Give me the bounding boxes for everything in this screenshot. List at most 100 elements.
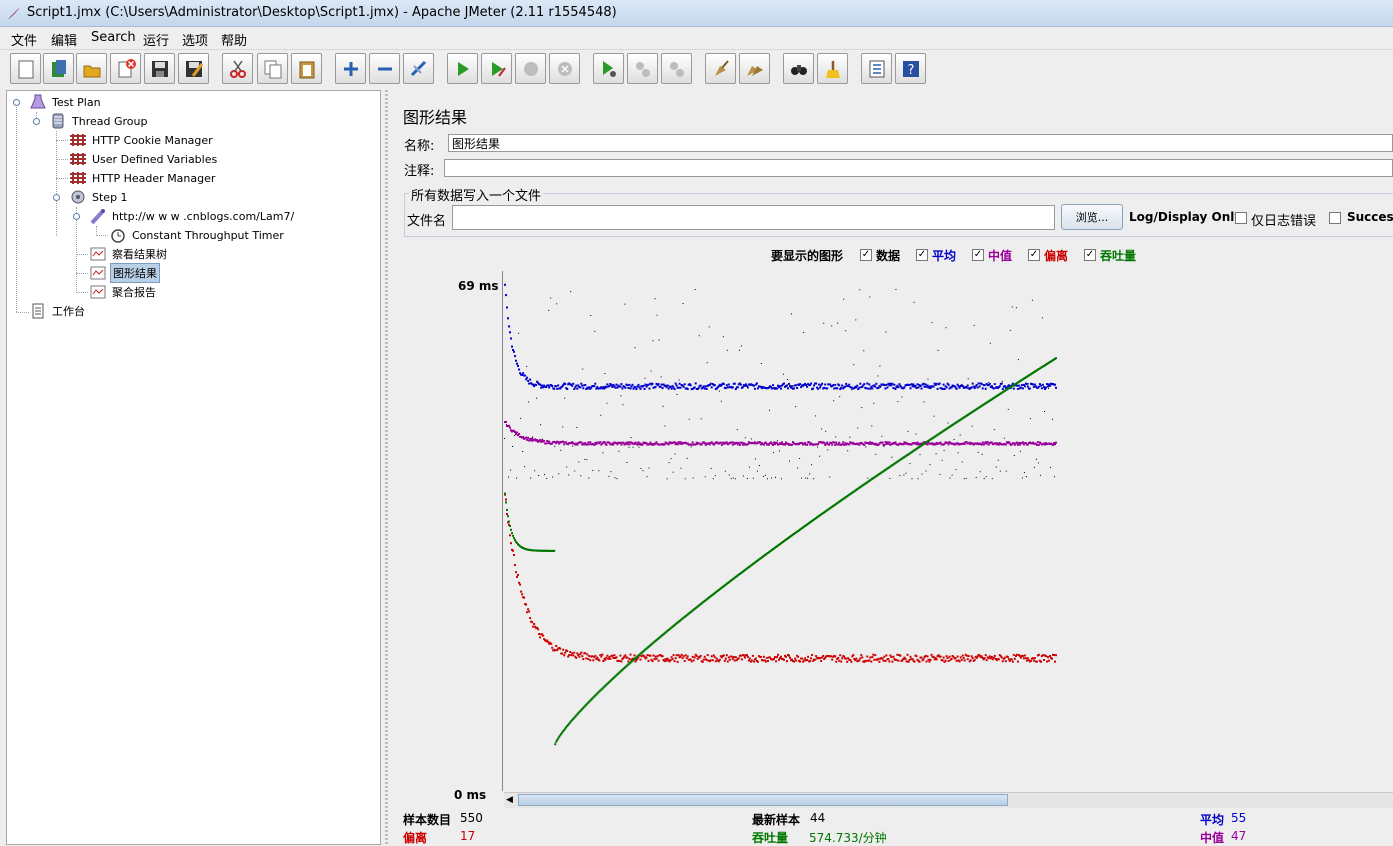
average-point — [810, 382, 813, 385]
average-point — [614, 386, 617, 389]
tree-node-http-header-manager[interactable]: HTTP Header Manager — [69, 169, 217, 187]
average-point — [514, 355, 516, 358]
tree-node-workbench[interactable]: 工作台 — [29, 302, 87, 320]
median-checkbox[interactable]: ✓ — [972, 249, 984, 261]
average-point — [992, 387, 995, 390]
cut-button[interactable] — [222, 53, 253, 84]
tree-node-http-cookie-manager[interactable]: HTTP Cookie Manager — [69, 131, 215, 149]
clear-button[interactable] — [705, 53, 736, 84]
average-point — [657, 383, 660, 386]
graph-horizontal-scrollbar[interactable]: ◀ — [504, 792, 1393, 808]
data-point — [678, 379, 680, 381]
start-no-pauses-button[interactable] — [481, 53, 512, 84]
new-button[interactable] — [10, 53, 41, 84]
errors-only-checkbox[interactable] — [1235, 212, 1247, 224]
average-point — [755, 382, 758, 385]
successes-checkbox[interactable] — [1329, 212, 1341, 224]
average-point — [705, 387, 708, 390]
clear-all-button[interactable] — [739, 53, 770, 84]
tree-node-aggregate-report[interactable]: 聚合报告 — [89, 283, 158, 301]
average-point — [916, 383, 919, 386]
average-point — [815, 382, 818, 385]
tree-node-http-sampler[interactable]: http://w w w .cnblogs.com/Lam7/ — [89, 207, 296, 225]
data-point — [604, 373, 606, 374]
browse-button[interactable]: 浏览... — [1061, 204, 1123, 230]
data-point — [556, 303, 558, 305]
menu-help[interactable]: 帮助 — [221, 30, 247, 49]
menu-run[interactable]: 运行 — [143, 30, 169, 49]
tree-node-constant-throughput-timer[interactable]: Constant Throughput Timer — [109, 226, 286, 244]
split-pane-divider[interactable] — [382, 90, 391, 845]
deviation-point — [626, 656, 629, 659]
data-point — [592, 470, 594, 471]
deviation-point — [1029, 659, 1032, 662]
tree-node-graph-results[interactable]: 图形结果 — [89, 263, 160, 283]
scroll-left-arrow[interactable]: ◀ — [506, 795, 513, 805]
paste-button[interactable] — [291, 53, 322, 84]
deviation-point — [897, 659, 900, 662]
deviation-point — [788, 654, 790, 657]
average-point — [693, 386, 696, 389]
average-point — [724, 387, 727, 390]
data-point — [967, 378, 969, 380]
data-checkbox[interactable]: ✓ — [860, 249, 872, 261]
menu-file[interactable]: 文件 — [11, 30, 37, 49]
median-point — [833, 441, 836, 444]
tree-node-thread-group[interactable]: Thread Group — [49, 112, 149, 130]
shutdown-button[interactable] — [549, 53, 580, 84]
toggle-button[interactable] — [403, 53, 434, 84]
average-point — [945, 386, 948, 389]
median-point — [536, 439, 539, 441]
average-point — [584, 384, 587, 386]
templates-button[interactable] — [43, 53, 74, 84]
average-point — [984, 387, 987, 390]
data-point — [706, 362, 708, 364]
median-point — [620, 443, 623, 446]
expand-toggle[interactable] — [13, 99, 20, 106]
stop-button[interactable] — [515, 53, 546, 84]
expand-toggle[interactable] — [73, 213, 80, 220]
start-button[interactable] — [447, 53, 478, 84]
remote-stop-button[interactable] — [627, 53, 658, 84]
deviation-point — [710, 655, 713, 658]
comment-field[interactable] — [444, 159, 1393, 177]
tree-node-user-defined-variables[interactable]: User Defined Variables — [69, 150, 219, 168]
function-helper-button[interactable] — [861, 53, 892, 84]
deviation-point — [612, 657, 615, 659]
tree-node-step-1[interactable]: Step 1 — [69, 188, 130, 206]
deviation-checkbox[interactable]: ✓ — [1028, 249, 1040, 261]
deviation-point — [718, 658, 721, 661]
throughput-checkbox[interactable]: ✓ — [1084, 249, 1096, 261]
copy-button[interactable] — [257, 53, 288, 84]
tree-node-view-results-tree[interactable]: 察看结果树 — [89, 245, 169, 263]
tree-node-test-plan[interactable]: Test Plan — [29, 93, 103, 111]
data-point — [775, 476, 776, 478]
scroll-thumb[interactable] — [518, 794, 1008, 806]
search-button[interactable] — [783, 53, 814, 84]
help-button[interactable]: ? — [895, 53, 926, 84]
save-button[interactable] — [144, 53, 175, 84]
open-button[interactable] — [76, 53, 107, 84]
deviation-point — [870, 660, 873, 663]
collapse-all-button[interactable] — [369, 53, 400, 84]
menu-search[interactable]: Search — [91, 30, 136, 45]
remote-start-button[interactable] — [593, 53, 624, 84]
data-point — [827, 449, 829, 451]
deviation-point — [693, 656, 696, 659]
name-field[interactable] — [448, 134, 1393, 152]
expand-toggle[interactable] — [33, 118, 40, 125]
save-as-button[interactable] — [178, 53, 209, 84]
deviation-point — [890, 656, 893, 659]
filename-field[interactable] — [452, 205, 1055, 230]
reset-search-button[interactable] — [817, 53, 848, 84]
menu-edit[interactable]: 编辑 — [51, 30, 77, 49]
close-button[interactable] — [110, 53, 141, 84]
data-point — [917, 478, 919, 480]
menu-options[interactable]: 选项 — [182, 30, 208, 49]
average-point — [548, 386, 551, 389]
average-checkbox[interactable]: ✓ — [916, 249, 928, 261]
average-point — [817, 387, 820, 390]
expand-toggle[interactable] — [53, 194, 60, 201]
remote-shutdown-button[interactable] — [661, 53, 692, 84]
expand-all-button[interactable] — [335, 53, 366, 84]
